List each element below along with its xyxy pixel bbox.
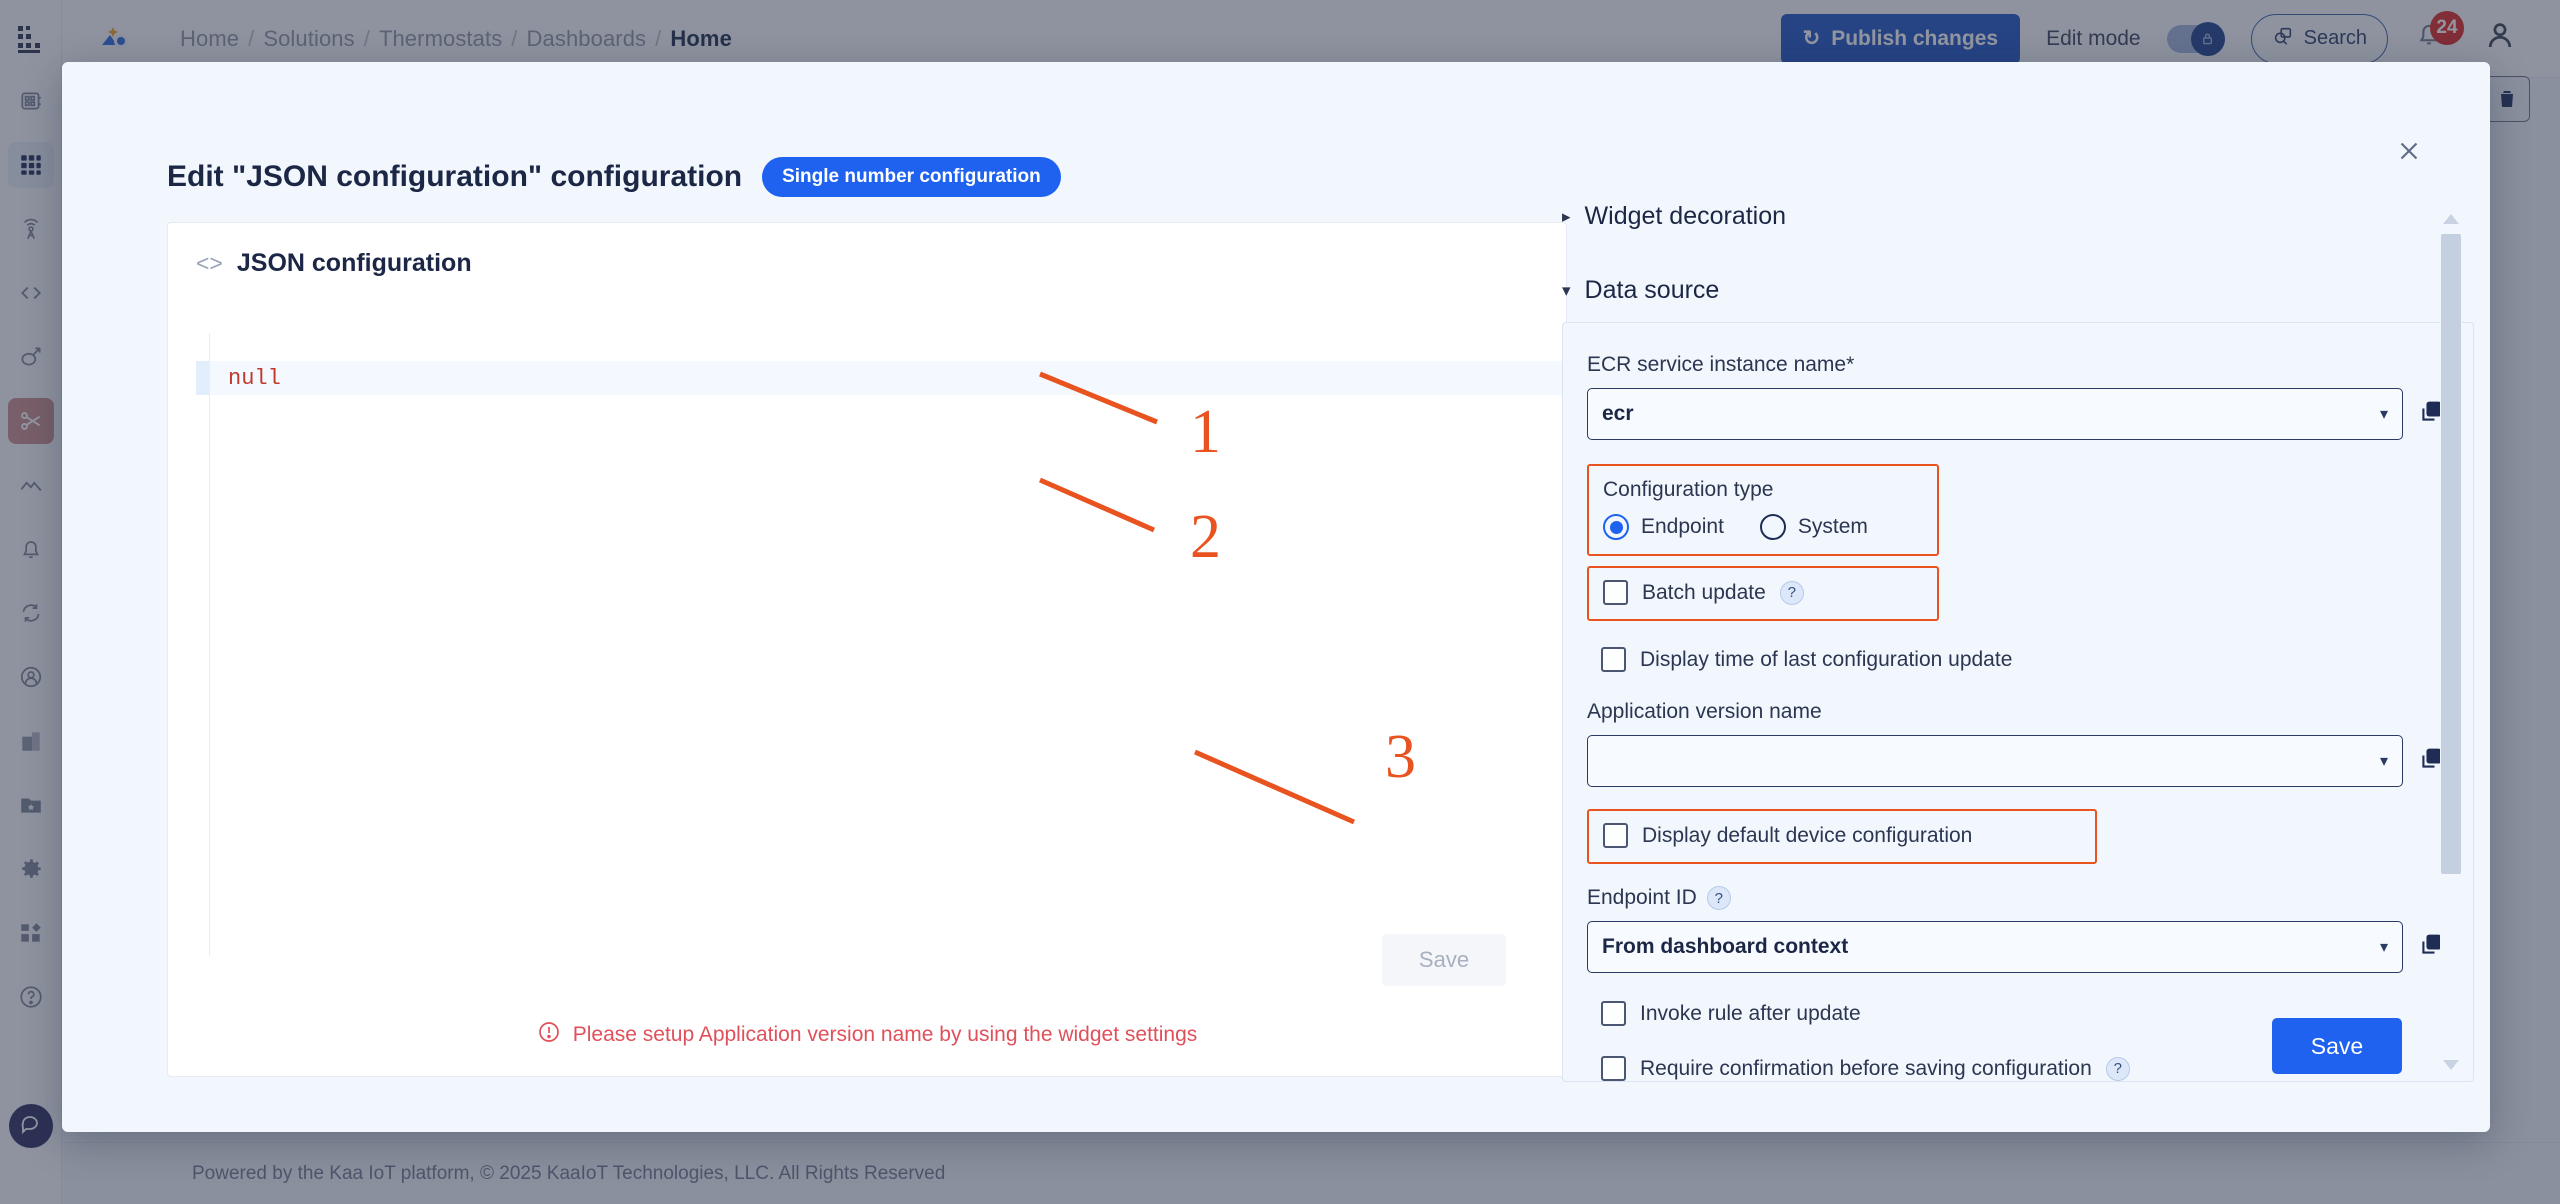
chevron-down-icon: ▾ [2379,939,2388,956]
chevron-down-icon: ▾ [2379,753,2388,770]
display-default-device-config-label: Display default device configuration [1642,823,1973,847]
invoke-rule-checkbox[interactable] [1601,1001,1626,1026]
widget-settings-panel: ▸ Widget decoration ▾ Data source ECR se… [1552,202,2474,1082]
editor-gutter [196,333,210,956]
editor-active-line[interactable]: null [196,361,1566,395]
application-version-label: Application version name [1587,700,1822,723]
batch-update-checkbox[interactable] [1603,580,1628,605]
json-save-button[interactable]: Save [1382,934,1506,986]
endpoint-id-label-text: Endpoint ID [1587,886,1697,909]
display-time-last-update-checkbox[interactable] [1601,647,1626,672]
ecr-service-instance-label: ECR service instance name* [1587,353,2449,377]
scrollbar-thumb[interactable] [2441,234,2461,874]
section-data-source[interactable]: ▾ Data source [1562,276,1719,305]
edit-configuration-dialog: Edit "JSON configuration" configuration … [62,62,2490,1132]
invoke-rule-label: Invoke rule after update [1640,1001,1861,1025]
application-version-select[interactable]: ▾ [1587,735,2403,787]
radio-system-label: System [1797,515,1868,538]
configuration-type-label: Configuration type [1603,478,1774,501]
required-mark: * [1846,353,1855,376]
settings-scrollbar[interactable] [2440,212,2462,1072]
dialog-save-button[interactable]: Save [2272,1018,2402,1074]
scroll-up-arrow[interactable] [2443,214,2459,224]
batch-update-checkbox-row[interactable]: Batch update ? [1603,580,1923,605]
configuration-type-radios: Endpoint System [1603,514,1923,540]
error-text: Please setup Application version name by… [572,1023,1198,1046]
section-widget-decoration[interactable]: ▸ Widget decoration [1562,202,1786,231]
widget-type-badge: Single number configuration [762,157,1061,197]
radio-system[interactable]: System [1759,514,1868,540]
chevron-down-icon: ▾ [1562,280,1571,300]
radio-system-control[interactable] [1759,514,1786,540]
batch-update-help-icon[interactable]: ? [1779,580,1804,605]
endpoint-id-value: From dashboard context [1602,935,1849,958]
require-confirmation-checkbox[interactable] [1601,1056,1626,1081]
display-time-last-update-label: Display time of last configuration updat… [1640,647,2013,671]
json-value: null [228,365,281,391]
endpoint-id-help-icon[interactable]: ? [1706,886,1731,910]
chevron-right-icon: ▸ [1562,206,1571,226]
active-line-marker [196,361,210,395]
batch-update-label: Batch update [1642,580,1766,604]
require-confirmation-label: Require confirmation before saving confi… [1640,1056,2092,1080]
dialog-header: Edit "JSON configuration" configuration … [167,157,1061,197]
section-widget-decoration-label: Widget decoration [1584,202,1787,230]
json-editor[interactable]: null [196,333,1566,956]
radio-endpoint-control[interactable] [1603,514,1629,540]
chevron-down-icon: ▾ [2379,406,2388,423]
radio-endpoint-label: Endpoint [1641,515,1724,538]
display-time-last-update-row[interactable]: Display time of last configuration updat… [1587,647,2449,672]
annotation-number-3: 3 [1385,723,1416,791]
ecr-label-text: ECR service instance name [1587,353,1847,376]
json-card-header: <> JSON configuration [168,223,1566,278]
require-confirmation-help-icon[interactable]: ? [2105,1056,2130,1081]
endpoint-id-label: Endpoint ID ? [1587,886,2449,910]
ecr-service-instance-value: ecr [1602,402,1634,425]
dialog-title: Edit "JSON configuration" configuration [167,160,743,193]
display-default-device-config-group: Display default device configuration [1587,809,2097,864]
close-dialog-button[interactable] [2394,136,2424,166]
configuration-type-group: Configuration type Endpoint System [1587,464,1939,556]
code-icon: <> [196,250,223,276]
annotation-number-1: 1 [1190,398,1221,466]
error-icon [537,1020,561,1050]
json-configuration-card: <> JSON configuration null Save Please s… [167,222,1567,1077]
application-version-row: ▾ [1587,735,2449,787]
radio-endpoint[interactable]: Endpoint [1603,514,1724,540]
display-default-device-config-row[interactable]: Display default device configuration [1603,823,2081,848]
endpoint-id-select[interactable]: From dashboard context ▾ [1587,921,2403,973]
scroll-down-arrow[interactable] [2443,1060,2459,1070]
data-source-fields: ECR service instance name* ecr ▾ Configu… [1562,322,2474,1082]
display-default-device-config-checkbox[interactable] [1603,823,1628,848]
validation-error: Please setup Application version name by… [168,1020,1566,1050]
batch-update-group: Batch update ? [1587,566,1939,621]
json-card-title: JSON configuration [236,249,472,277]
endpoint-id-row: From dashboard context ▾ [1587,921,2449,973]
ecr-service-instance-select[interactable]: ecr ▾ [1587,388,2403,440]
section-data-source-label: Data source [1584,276,1720,304]
ecr-service-instance-row: ecr ▾ [1587,388,2449,440]
annotation-number-2: 2 [1190,503,1221,571]
